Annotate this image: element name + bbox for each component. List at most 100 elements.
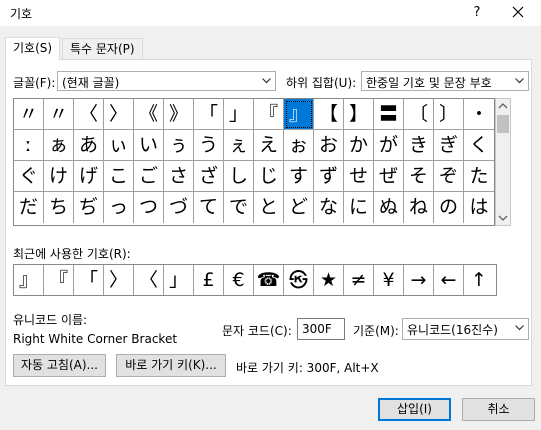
subset-label: 하위 집합(U): <box>286 76 357 90</box>
scroll-down-icon[interactable] <box>496 211 510 225</box>
symbol-cell[interactable]: ど <box>284 192 314 223</box>
symbol-cell[interactable]: 」 <box>224 99 254 130</box>
cancel-button[interactable]: 취소 <box>462 398 535 421</box>
symbol-cell[interactable]: づ <box>164 192 194 223</box>
recent-symbol-cell[interactable]: ☎ <box>254 265 284 295</box>
recent-symbol-cell[interactable]: £ <box>194 265 224 295</box>
symbol-cell[interactable]: 〓 <box>374 99 404 130</box>
recent-symbol-cell[interactable]: ≠ <box>344 265 374 295</box>
symbol-cell[interactable]: に <box>344 192 374 223</box>
help-button[interactable]: ? <box>466 2 488 24</box>
symbol-cell[interactable]: ご <box>134 161 164 192</box>
symbol-cell[interactable]: 〔 <box>404 99 434 130</box>
symbol-cell[interactable]: ね <box>404 192 434 223</box>
symbol-cell[interactable]: け <box>44 161 74 192</box>
symbol-cell[interactable]: く <box>464 130 494 161</box>
symbol-cell[interactable]: せ <box>344 161 374 192</box>
symbol-cell[interactable]: え <box>254 130 284 161</box>
symbol-cell[interactable]: 》 <box>164 99 194 130</box>
insert-button[interactable]: 삽입(I) <box>378 398 451 421</box>
symbol-cell[interactable]: で <box>224 192 254 223</box>
symbol-cell[interactable]: 〈 <box>74 99 104 130</box>
symbol-cell[interactable]: 『 <box>254 99 284 130</box>
symbol-cell[interactable]: ず <box>314 161 344 192</box>
symbol-cell[interactable]: 〃 <box>44 99 74 130</box>
window-title: 기호 <box>10 7 33 21</box>
symbol-cell[interactable]: た <box>464 161 494 192</box>
symbol-cell[interactable]: ぎ <box>434 130 464 161</box>
symbol-grid[interactable]: 〃〃〈〉《》「」『』【】〓〔〕・ ː ぁあぃいぅうぇえぉおかがきぎくぐけげこごさざし… <box>13 98 495 226</box>
from-select[interactable]: 유니코드(16진수) <box>402 318 529 340</box>
symbol-cell[interactable]: こ <box>104 161 134 192</box>
symbol-cell[interactable]: お <box>314 130 344 161</box>
recent-symbol-cell[interactable]: 』 <box>14 265 44 295</box>
symbol-cell[interactable]: ぉ <box>284 130 314 161</box>
symbol-cell[interactable]: ぢ <box>74 192 104 223</box>
symbol-cell[interactable]: ぬ <box>374 192 404 223</box>
recent-symbol-cell[interactable]: 」 <box>164 265 194 295</box>
symbol-cell[interactable]: ぅ <box>164 130 194 161</box>
symbol-cell[interactable]: す <box>284 161 314 192</box>
recent-symbol-cell[interactable]: ← <box>434 265 464 295</box>
tab-symbols[interactable]: 기호(S) <box>5 37 61 60</box>
symbol-cell[interactable]: 「 <box>194 99 224 130</box>
recent-symbols[interactable]: 』『「〉〈」 £ € ☎ ㉿ ★ ≠ ¥ → ← ↑ <box>13 264 497 296</box>
symbol-cell[interactable]: 〃 <box>14 99 44 130</box>
symbol-cell[interactable]: う <box>194 130 224 161</box>
symbol-cell[interactable]: ぇ <box>224 130 254 161</box>
recent-symbol-cell[interactable]: ★ <box>314 265 344 295</box>
symbol-cell[interactable]: 【 <box>314 99 344 130</box>
tab-special-characters[interactable]: 특수 문자(P) <box>62 38 143 59</box>
recent-symbol-cell[interactable]: ↑ <box>464 265 494 295</box>
symbol-cell[interactable]: は <box>464 192 494 223</box>
autocorrect-button[interactable]: 자동 고침(A)... <box>13 354 106 377</box>
symbol-cell[interactable]: っ <box>104 192 134 223</box>
grid-scrollbar[interactable] <box>495 98 511 226</box>
symbol-cell[interactable]: そ <box>404 161 434 192</box>
symbol-cell[interactable]: な <box>314 192 344 223</box>
symbol-cell[interactable]: ち <box>44 192 74 223</box>
symbol-cell[interactable]: じ <box>254 161 284 192</box>
close-button[interactable] <box>505 2 531 24</box>
recent-symbol-cell[interactable]: ㉿ <box>284 265 314 295</box>
recent-symbol-cell[interactable]: → <box>404 265 434 295</box>
symbol-cell[interactable]: い <box>134 130 164 161</box>
symbol-cell[interactable]: と <box>254 192 284 223</box>
recent-symbol-cell[interactable]: 〉 <box>104 265 134 295</box>
symbol-cell[interactable]: し <box>224 161 254 192</box>
shortcut-key-button[interactable]: 바로 가기 키(K)... <box>116 354 226 377</box>
symbol-cell[interactable]: 〕 <box>434 99 464 130</box>
symbol-cell[interactable]: 《 <box>134 99 164 130</box>
scroll-thumb[interactable] <box>497 115 509 133</box>
symbol-cell[interactable]: が <box>374 130 404 161</box>
recent-symbol-cell[interactable]: € <box>224 265 254 295</box>
symbol-cell[interactable]: あ <box>74 130 104 161</box>
recent-symbol-cell[interactable]: 『 <box>44 265 74 295</box>
symbol-cell[interactable]: つ <box>134 192 164 223</box>
symbol-cell[interactable]: ぜ <box>374 161 404 192</box>
recent-symbol-cell[interactable]: 〈 <box>134 265 164 295</box>
symbol-cell[interactable]: げ <box>74 161 104 192</box>
symbol-cell[interactable]: 』 <box>284 99 314 130</box>
symbol-cell[interactable]: 〉 <box>104 99 134 130</box>
symbol-cell[interactable]: ぐ <box>14 161 44 192</box>
symbol-cell[interactable]: の <box>434 192 464 223</box>
symbol-cell[interactable]: 】 <box>344 99 374 130</box>
symbol-cell[interactable]: ざ <box>194 161 224 192</box>
symbol-cell[interactable]: ぁ <box>44 130 74 161</box>
symbol-cell[interactable]: だ <box>14 192 44 223</box>
font-select[interactable]: (현재 글꼴) <box>57 71 276 91</box>
symbol-cell[interactable]: さ <box>164 161 194 192</box>
symbol-cell[interactable]: き <box>404 130 434 161</box>
char-code-input[interactable]: 300F <box>297 318 345 340</box>
symbol-cell[interactable]: ː <box>14 130 44 161</box>
scroll-up-icon[interactable] <box>496 99 510 113</box>
subset-select[interactable]: 한중일 기호 및 문장 부호 <box>361 71 529 91</box>
symbol-cell[interactable]: か <box>344 130 374 161</box>
recent-symbol-cell[interactable]: ¥ <box>374 265 404 295</box>
symbol-cell[interactable]: ・ <box>464 99 494 130</box>
symbol-cell[interactable]: ぞ <box>434 161 464 192</box>
symbol-cell[interactable]: ぃ <box>104 130 134 161</box>
symbol-cell[interactable]: て <box>194 192 224 223</box>
recent-symbol-cell[interactable]: 「 <box>74 265 104 295</box>
